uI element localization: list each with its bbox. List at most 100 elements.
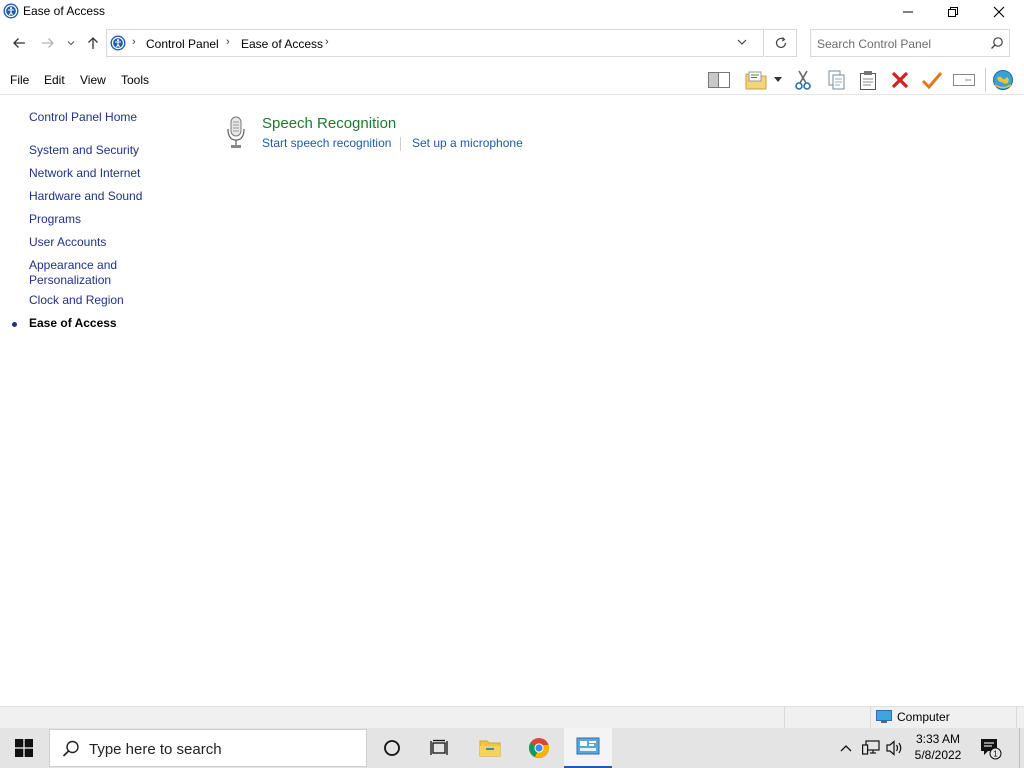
sidebar-item-appearance-line1[interactable]: Appearance and xyxy=(29,258,117,273)
refresh-button[interactable] xyxy=(765,29,797,57)
arrow-right-icon xyxy=(42,38,54,48)
status-bar: Computer xyxy=(0,706,1024,729)
chevron-up-icon xyxy=(840,745,852,752)
microphone-icon xyxy=(224,116,248,150)
action-center-button[interactable]: 1 xyxy=(978,736,1002,763)
task-view-button[interactable] xyxy=(416,728,464,768)
status-divider xyxy=(870,707,871,729)
delete-icon[interactable] xyxy=(888,69,912,91)
checkmark-icon[interactable] xyxy=(920,69,944,91)
up-button[interactable] xyxy=(83,33,103,53)
taskbar-chrome[interactable] xyxy=(515,728,563,768)
folder-icon xyxy=(479,740,501,757)
start-button[interactable] xyxy=(0,728,48,768)
chevron-right-icon[interactable]: › xyxy=(226,36,230,48)
cortana-icon xyxy=(384,740,400,756)
chevron-down-icon[interactable] xyxy=(770,69,786,91)
network-tray-button[interactable] xyxy=(860,728,882,768)
status-divider xyxy=(784,707,785,729)
show-desktop-button[interactable] xyxy=(1019,728,1024,768)
recent-locations-button[interactable] xyxy=(63,33,79,53)
minimize-button[interactable] xyxy=(885,0,931,24)
breadcrumb-control-panel[interactable]: Control Panel xyxy=(146,37,219,51)
taskbar-search-placeholder[interactable]: Type here to search xyxy=(89,741,222,758)
address-bar[interactable]: › Control Panel › Ease of Access › xyxy=(106,29,764,57)
title-bar: Ease of Access xyxy=(0,0,1024,24)
chevron-right-icon[interactable]: › xyxy=(132,36,136,48)
chevron-right-icon[interactable]: › xyxy=(325,36,329,48)
control-panel-icon xyxy=(110,35,126,51)
menu-edit[interactable]: Edit xyxy=(44,73,65,87)
link-separator xyxy=(400,137,401,151)
notification-icon: 1 xyxy=(981,739,1002,760)
taskbar-clock[interactable]: 3:33 AM 5/8/2022 xyxy=(912,731,964,763)
address-row: › Control Panel › Ease of Access › xyxy=(0,28,1024,58)
close-button[interactable] xyxy=(976,0,1022,24)
arrow-left-icon xyxy=(13,38,25,48)
volume-tray-button[interactable] xyxy=(884,728,906,768)
taskbar: Type here to search 3:33 AM 5/8/2022 1 xyxy=(0,728,1024,768)
sidebar-item-clock-and-region[interactable]: Clock and Region xyxy=(29,293,124,308)
chrome-icon xyxy=(529,738,550,758)
status-location: Computer xyxy=(876,710,950,724)
search-box[interactable] xyxy=(810,29,1010,57)
forward-button[interactable] xyxy=(38,33,58,53)
rename-icon[interactable] xyxy=(952,69,976,91)
task-view-icon xyxy=(430,739,448,755)
close-icon xyxy=(993,6,1005,18)
start-speech-recognition-link[interactable]: Start speech recognition xyxy=(262,136,391,150)
search-icon[interactable] xyxy=(990,36,1004,53)
cortana-button[interactable] xyxy=(368,728,416,768)
new-folder-icon[interactable] xyxy=(744,69,768,91)
menu-view[interactable]: View xyxy=(80,73,106,87)
address-dropdown-button[interactable] xyxy=(736,36,748,51)
sidebar-item-hardware-and-sound[interactable]: Hardware and Sound xyxy=(29,189,142,204)
restore-button[interactable] xyxy=(930,0,976,24)
arrow-up-icon xyxy=(88,37,98,49)
sidebar-item-user-accounts[interactable]: User Accounts xyxy=(29,235,106,250)
chevron-down-icon xyxy=(67,41,75,46)
notification-count: 1 xyxy=(993,750,998,759)
menu-toolbar-row: File Edit View Tools xyxy=(0,64,1024,95)
menu-file[interactable]: File xyxy=(10,73,29,87)
search-icon xyxy=(62,740,80,762)
minimize-icon xyxy=(903,11,913,13)
preview-pane-icon[interactable] xyxy=(707,69,731,91)
current-item-bullet xyxy=(12,322,17,327)
status-location-label: Computer xyxy=(897,710,950,724)
show-hidden-icons-button[interactable] xyxy=(836,728,856,768)
computer-icon xyxy=(876,710,892,723)
windows-logo-icon xyxy=(15,739,33,757)
sidebar-item-ease-of-access[interactable]: Ease of Access xyxy=(29,316,117,331)
sidebar-item-control-panel-home[interactable]: Control Panel Home xyxy=(29,110,137,125)
control-panel-app-icon xyxy=(576,737,600,755)
chevron-down-icon xyxy=(737,39,747,45)
speaker-icon xyxy=(886,740,902,756)
menu-tools[interactable]: Tools xyxy=(121,73,149,87)
left-navigation: Control Panel Home System and Security N… xyxy=(0,96,200,704)
back-button[interactable] xyxy=(9,33,29,53)
clock-date: 5/8/2022 xyxy=(914,748,962,762)
toolbar-separator xyxy=(985,68,986,92)
network-icon xyxy=(862,740,880,755)
copy-icon[interactable] xyxy=(824,69,848,91)
clock-time: 3:33 AM xyxy=(915,732,961,746)
cut-icon[interactable] xyxy=(791,69,815,91)
restore-icon xyxy=(948,7,958,17)
set-up-microphone-link[interactable]: Set up a microphone xyxy=(412,136,523,150)
paste-icon[interactable] xyxy=(856,69,880,91)
globe-icon[interactable] xyxy=(991,69,1015,91)
taskbar-file-explorer[interactable] xyxy=(466,728,514,768)
taskbar-control-panel[interactable] xyxy=(564,728,612,768)
status-divider xyxy=(1016,707,1017,729)
ease-of-access-icon xyxy=(3,3,19,19)
speech-recognition-heading[interactable]: Speech Recognition xyxy=(262,115,396,132)
sidebar-item-programs[interactable]: Programs xyxy=(29,212,81,227)
main-content: Speech Recognition Start speech recognit… xyxy=(200,96,1024,704)
sidebar-item-appearance-line2[interactable]: Personalization xyxy=(29,273,111,288)
search-input[interactable] xyxy=(817,35,982,53)
breadcrumb-ease-of-access[interactable]: Ease of Access xyxy=(241,37,323,51)
sidebar-item-network-and-internet[interactable]: Network and Internet xyxy=(29,166,140,181)
taskbar-search-box[interactable]: Type here to search xyxy=(49,729,367,767)
sidebar-item-system-and-security[interactable]: System and Security xyxy=(29,143,139,158)
